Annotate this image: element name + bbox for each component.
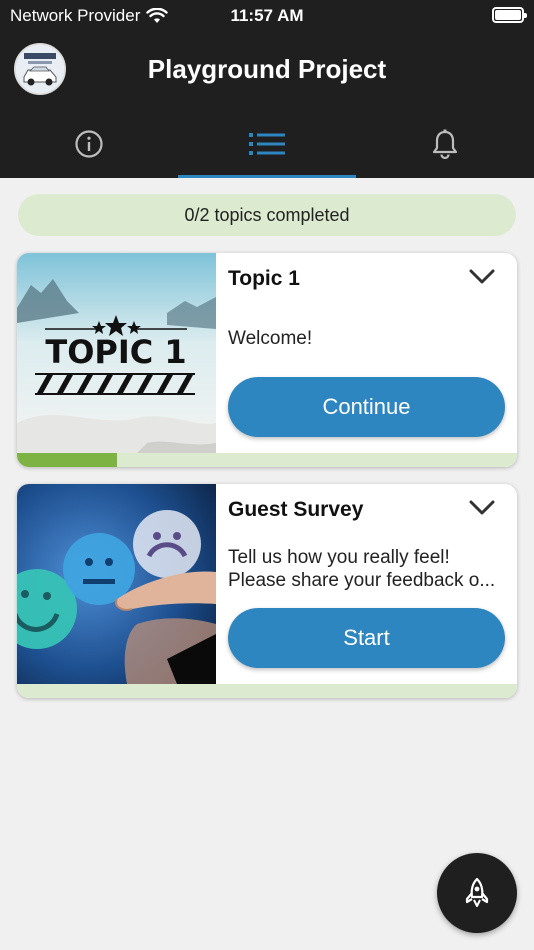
launch-fab[interactable] bbox=[437, 853, 517, 933]
tab-bar bbox=[0, 110, 534, 178]
topic-progress-bar bbox=[17, 453, 517, 467]
card-description-line: Welcome! bbox=[228, 328, 313, 349]
topic-thumbnail: TOPIC 1 bbox=[17, 253, 216, 453]
survey-card[interactable]: Guest Survey Tell us how you really feel… bbox=[17, 484, 517, 698]
card-description-line: Tell us how you really feel! bbox=[228, 547, 450, 568]
survey-card-body: Guest Survey Tell us how you really feel… bbox=[216, 484, 517, 684]
page-title: Playground Project bbox=[147, 54, 387, 84]
card-title: Guest Survey bbox=[228, 498, 364, 521]
topic-card[interactable]: TOPIC 1 Topic 1 Welcome! Continue bbox=[17, 253, 517, 467]
topic-1-image-text: TOPIC 1 bbox=[45, 333, 186, 371]
chevron-down-icon[interactable] bbox=[469, 269, 495, 285]
status-bar: Network Provider 11:57 AM bbox=[0, 0, 534, 30]
topic-progress-fill bbox=[17, 453, 117, 467]
battery-icon bbox=[492, 7, 527, 23]
topic-1-image: TOPIC 1 bbox=[17, 253, 216, 453]
continue-button[interactable]: Continue bbox=[228, 377, 505, 437]
card-description: Welcome! bbox=[228, 327, 503, 350]
clock: 11:57 AM bbox=[230, 6, 304, 25]
bell-icon bbox=[432, 129, 458, 159]
survey-thumbnail bbox=[17, 484, 216, 684]
card-title: Topic 1 bbox=[228, 267, 300, 290]
chevron-down-icon[interactable] bbox=[469, 500, 495, 516]
card-description: Tell us how you really feel! Please shar… bbox=[228, 546, 503, 592]
smiley-feedback-image bbox=[17, 484, 216, 684]
list-icon bbox=[249, 133, 285, 155]
tab-notifications[interactable] bbox=[356, 110, 534, 178]
app-header: Playground Project bbox=[0, 30, 534, 110]
tab-topics[interactable] bbox=[178, 110, 356, 178]
survey-progress-bar bbox=[17, 684, 517, 698]
start-button[interactable]: Start bbox=[228, 608, 505, 668]
topics-progress-summary: 0/2 topics completed bbox=[18, 194, 516, 236]
info-icon bbox=[75, 130, 103, 158]
rocket-icon bbox=[465, 877, 489, 907]
topic-card-body: Topic 1 Welcome! Continue bbox=[216, 253, 517, 453]
tab-info[interactable] bbox=[0, 110, 178, 178]
card-description-line: Please share your feedback o... bbox=[228, 570, 496, 591]
